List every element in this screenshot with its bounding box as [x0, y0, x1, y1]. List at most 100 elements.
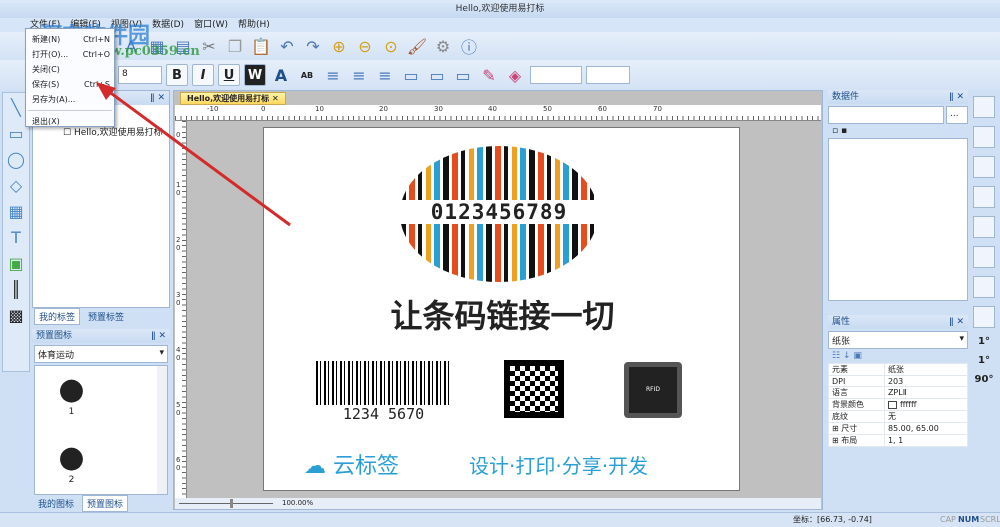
- italic-button[interactable]: I: [192, 64, 214, 86]
- tab-preset-icons[interactable]: 预置图标: [82, 494, 129, 512]
- panel-pin-close-icon[interactable]: ǁ ✕: [151, 329, 166, 343]
- settings-icon[interactable]: ⚙: [432, 35, 454, 57]
- valign-top-icon[interactable]: ▭: [400, 64, 422, 86]
- category-select[interactable]: 体育运动 ▾: [34, 345, 168, 363]
- copy-icon[interactable]: ❐: [224, 35, 246, 57]
- document-tab[interactable]: Hello,欢迎使用易打标 ✕: [180, 92, 286, 105]
- menu-item-shortcut: Ctrl+N: [83, 35, 110, 44]
- align-icon[interactable]: [973, 96, 995, 118]
- property-row[interactable]: ⊞ 布局 1, 1: [828, 434, 969, 447]
- rotate-ccw-1-button[interactable]: 1°: [978, 336, 990, 347]
- icons-scrollbar[interactable]: [157, 366, 167, 494]
- property-pages-icon[interactable]: ▣: [853, 351, 862, 361]
- format-toolbar: 8 B I U W A AB ≡ ≡ ≡ ▭ ▭ ▭ ✎ ◈: [0, 60, 1000, 90]
- icon-item-basketball[interactable]: ● 2: [49, 440, 94, 485]
- redo-icon[interactable]: ↷: [302, 35, 324, 57]
- data-list[interactable]: [828, 138, 968, 301]
- line-color-icon[interactable]: ✎: [478, 64, 500, 86]
- wordart-button[interactable]: W: [244, 64, 266, 86]
- highlight-button[interactable]: AB: [296, 64, 318, 86]
- bold-button[interactable]: B: [166, 64, 188, 86]
- fill-color-icon[interactable]: ◈: [504, 64, 526, 86]
- menu-item-exit[interactable]: 退出(X): [26, 114, 114, 129]
- paste-icon[interactable]: 📋: [250, 35, 272, 57]
- menu-data[interactable]: 数据(D): [152, 18, 184, 32]
- close-icon[interactable]: ✕: [272, 94, 279, 103]
- panel-pin-close-icon[interactable]: ǁ ✕: [949, 90, 964, 104]
- align-icon[interactable]: [973, 216, 995, 238]
- tab-my-labels[interactable]: 我的标签: [34, 307, 81, 325]
- rotate-cw-1-button[interactable]: 1°: [978, 355, 990, 366]
- menu-item-open[interactable]: 打开(O)... Ctrl+O: [26, 47, 114, 62]
- menu-item-save-as[interactable]: 另存为(A)...: [26, 92, 114, 107]
- panel-pin-close-icon[interactable]: ǁ ✕: [150, 91, 165, 105]
- barcode-digits: 1234 5670: [316, 405, 451, 423]
- zoom-fit-icon[interactable]: ⊙: [380, 35, 402, 57]
- save-icon[interactable]: ▪: [841, 126, 847, 136]
- zoom-out-icon[interactable]: ⊖: [354, 35, 376, 57]
- sort-az-icon[interactable]: ↓: [843, 351, 851, 361]
- align-center-icon[interactable]: ≡: [348, 64, 370, 86]
- align-icon[interactable]: [973, 126, 995, 148]
- diamond-tool-icon[interactable]: ◇: [6, 175, 26, 195]
- rotate-90-button[interactable]: 90°: [975, 374, 994, 385]
- qrcode-tool-icon[interactable]: ▩: [6, 305, 26, 325]
- property-row[interactable]: DPI 203: [828, 375, 969, 387]
- barcode-tool-icon[interactable]: ║: [6, 279, 26, 299]
- num-indicator: NUM: [958, 515, 980, 524]
- zoom-in-icon[interactable]: ⊕: [328, 35, 350, 57]
- datasource-field[interactable]: [828, 106, 944, 124]
- ellipse-tool-icon[interactable]: ◯: [6, 149, 26, 169]
- table-tool-icon[interactable]: ▦: [6, 201, 26, 221]
- info-icon[interactable]: ⓘ: [458, 35, 480, 57]
- ruler-label: 2 0: [176, 236, 181, 252]
- menu-help[interactable]: 帮助(H): [238, 18, 270, 32]
- menu-item-new[interactable]: 新建(N) Ctrl+N: [26, 32, 114, 47]
- browse-button[interactable]: ...: [946, 106, 968, 124]
- line-tool-icon[interactable]: ╲: [6, 97, 26, 117]
- align-icon[interactable]: [973, 306, 995, 328]
- tab-preset-labels[interactable]: 预置标签: [84, 309, 128, 324]
- align-right-icon[interactable]: ≡: [374, 64, 396, 86]
- align-icon[interactable]: [973, 276, 995, 298]
- property-row[interactable]: 元素 纸张: [828, 363, 969, 376]
- undo-icon[interactable]: ↶: [276, 35, 298, 57]
- menu-window[interactable]: 窗口(W): [194, 18, 228, 32]
- label-page[interactable]: 0123456789 让条码链接一切 1234 5670 RFID ☁ 云标签 …: [263, 127, 740, 491]
- font-color-button[interactable]: A: [270, 64, 292, 86]
- align-left-icon[interactable]: ≡: [322, 64, 344, 86]
- property-name: ⊞ 布局: [828, 434, 885, 447]
- cut-icon[interactable]: ✂: [198, 35, 220, 57]
- icon-item-bowling[interactable]: ● 1: [49, 372, 94, 417]
- object-select[interactable]: 纸张 ▾: [828, 331, 968, 349]
- categorized-icon[interactable]: ☷: [832, 351, 840, 361]
- color-swatch: [887, 400, 897, 409]
- brush-icon[interactable]: 🖌: [406, 35, 428, 57]
- underline-button[interactable]: U: [218, 64, 240, 86]
- menu-item-save[interactable]: 保存(S) Ctrl+S: [26, 77, 114, 92]
- align-icon[interactable]: [973, 156, 995, 178]
- zoom-slider[interactable]: [179, 503, 273, 504]
- text-tool-icon[interactable]: T: [6, 227, 26, 247]
- font-size-select[interactable]: 8: [118, 66, 162, 84]
- align-icon[interactable]: [973, 246, 995, 268]
- valign-middle-icon[interactable]: ▭: [426, 64, 448, 86]
- icons-panel: 预置图标 ǁ ✕ 体育运动 ▾ ● 1 ● 2 我的图标 预置图标: [32, 329, 170, 512]
- tab-my-icons[interactable]: 我的图标: [34, 496, 78, 511]
- zoom-slider-thumb[interactable]: [230, 499, 233, 508]
- property-row[interactable]: 语言 ZPLⅡ: [828, 386, 969, 399]
- property-row[interactable]: ⊞ 尺寸 85.00, 65.00: [828, 422, 969, 435]
- ruler-label: 50: [543, 105, 552, 113]
- panel-pin-close-icon[interactable]: ǁ ✕: [949, 315, 964, 329]
- property-row[interactable]: 背景颜色 ffffff: [828, 398, 969, 411]
- align-icon[interactable]: [973, 186, 995, 208]
- line-width-select[interactable]: [586, 66, 630, 84]
- line-style-select[interactable]: [530, 66, 582, 84]
- property-row[interactable]: 底纹无: [828, 410, 969, 423]
- new-icon[interactable]: ▫: [832, 126, 838, 136]
- valign-bottom-icon[interactable]: ▭: [452, 64, 474, 86]
- title-bar: Hello,欢迎使用易打标: [0, 0, 1000, 18]
- rectangle-tool-icon[interactable]: ▭: [6, 123, 26, 143]
- menu-item-close[interactable]: 关闭(C): [26, 62, 114, 77]
- image-tool-icon[interactable]: ▣: [6, 253, 26, 273]
